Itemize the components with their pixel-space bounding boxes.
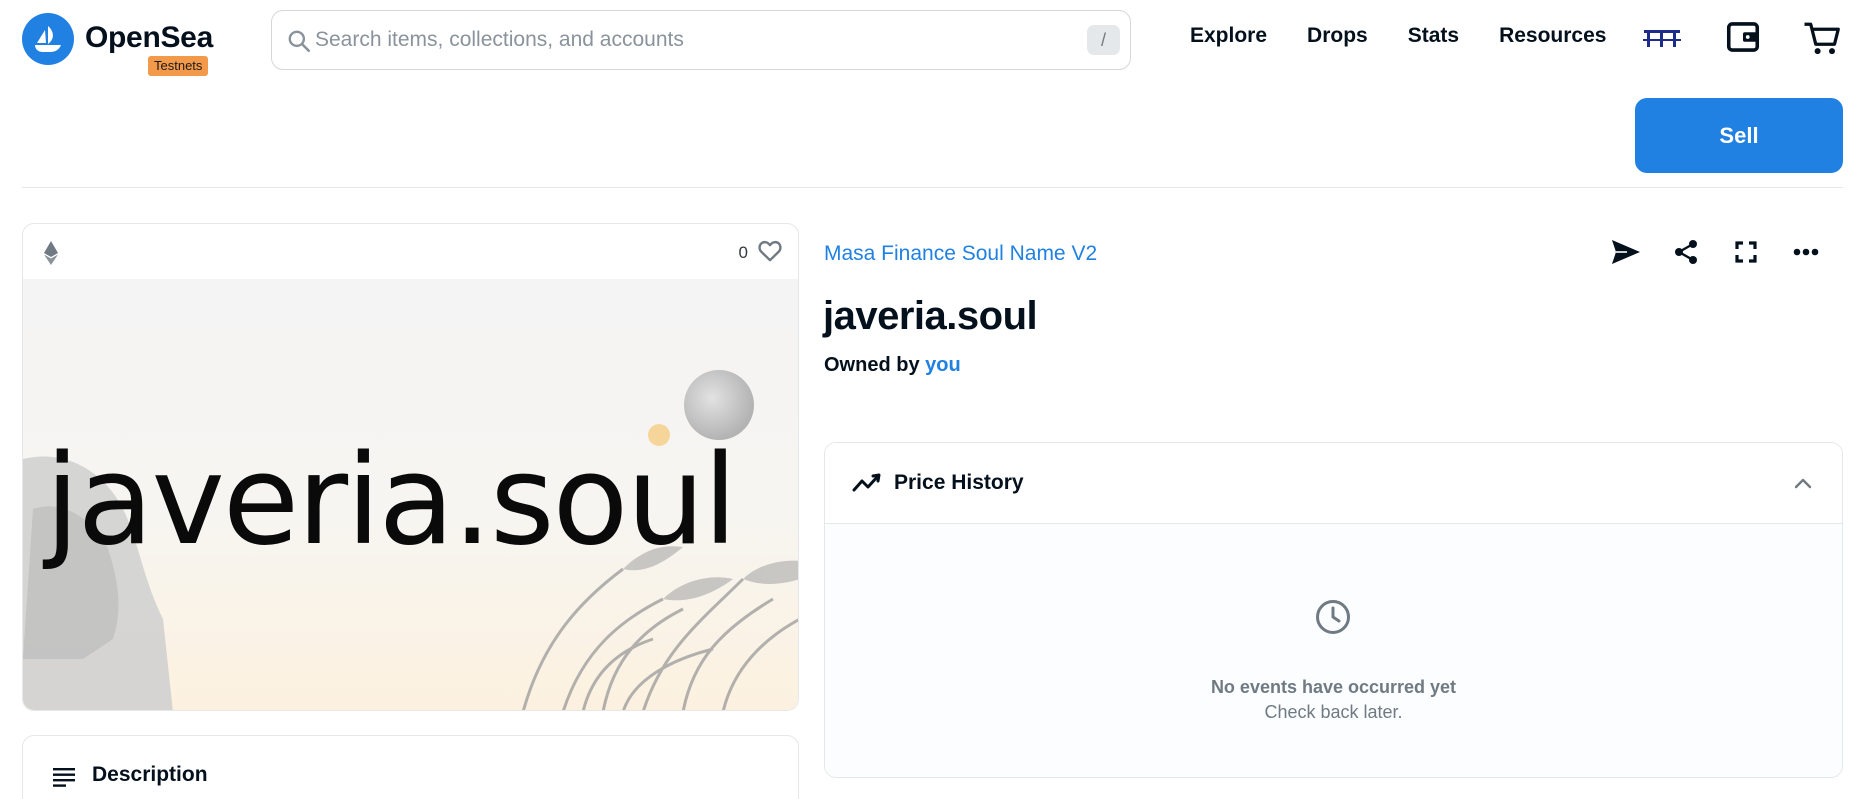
fullscreen-icon[interactable] [1730, 236, 1762, 268]
owned-by-label: Owned by [824, 354, 920, 376]
search-bar[interactable]: / [271, 10, 1131, 70]
search-icon [288, 30, 311, 53]
collection-link[interactable]: Masa Finance Soul Name V2 [824, 242, 1097, 266]
header-divider [22, 187, 1843, 188]
nav-stats[interactable]: Stats [1408, 24, 1459, 48]
price-history-body: No events have occurred yet Check back l… [825, 524, 1842, 777]
price-history-toggle[interactable]: Price History [825, 443, 1842, 524]
search-shortcut-key: / [1087, 25, 1120, 55]
asset-image-text: javeria.soul [45, 429, 737, 573]
heart-icon[interactable] [757, 238, 783, 264]
clock-icon [1316, 600, 1350, 634]
nav-explore[interactable]: Explore [1190, 24, 1267, 48]
asset-media-card: 0 javeria.soul [22, 223, 799, 711]
profile-avatar[interactable] [1640, 22, 1684, 56]
opensea-logo[interactable]: OpenSea Testnets [22, 13, 213, 79]
top-navigation: OpenSea Testnets / Explore Drops Stats R… [0, 0, 1864, 80]
send-icon[interactable] [1610, 236, 1642, 268]
cart-icon[interactable] [1802, 18, 1842, 58]
price-history-card: Price History No events have occurred ye… [824, 442, 1843, 778]
testnets-badge: Testnets [148, 56, 209, 76]
more-icon[interactable] [1790, 236, 1822, 268]
empty-state-subtitle: Check back later. [1264, 702, 1403, 722]
owner-link[interactable]: you [925, 354, 961, 376]
opensea-logo-icon [22, 13, 74, 65]
nav-links: Explore Drops Stats Resources [1190, 24, 1606, 48]
favorite-count: 0 [738, 243, 748, 262]
item-title: javeria.soul [823, 294, 1038, 338]
sell-button[interactable]: Sell [1635, 98, 1843, 173]
search-input[interactable] [315, 11, 1055, 68]
description-title: Description [92, 763, 208, 786]
asset-card-header: 0 [23, 224, 798, 279]
price-history-title: Price History [894, 471, 1024, 494]
description-card[interactable]: Description [22, 735, 799, 799]
trending-icon [852, 473, 881, 492]
ethereum-icon [44, 241, 58, 265]
empty-state-title: No events have occurred yet [1210, 677, 1457, 697]
wallet-icon[interactable] [1724, 18, 1762, 56]
asset-image[interactable]: javeria.soul [23, 279, 798, 710]
brand-name: OpenSea [85, 21, 213, 54]
description-icon [53, 768, 75, 787]
owned-by: Owned by you [824, 354, 961, 377]
share-icon[interactable] [1670, 236, 1702, 268]
nav-drops[interactable]: Drops [1307, 24, 1368, 48]
nav-resources[interactable]: Resources [1499, 24, 1606, 48]
chevron-up-icon [1794, 478, 1812, 489]
item-actions [1610, 236, 1822, 268]
